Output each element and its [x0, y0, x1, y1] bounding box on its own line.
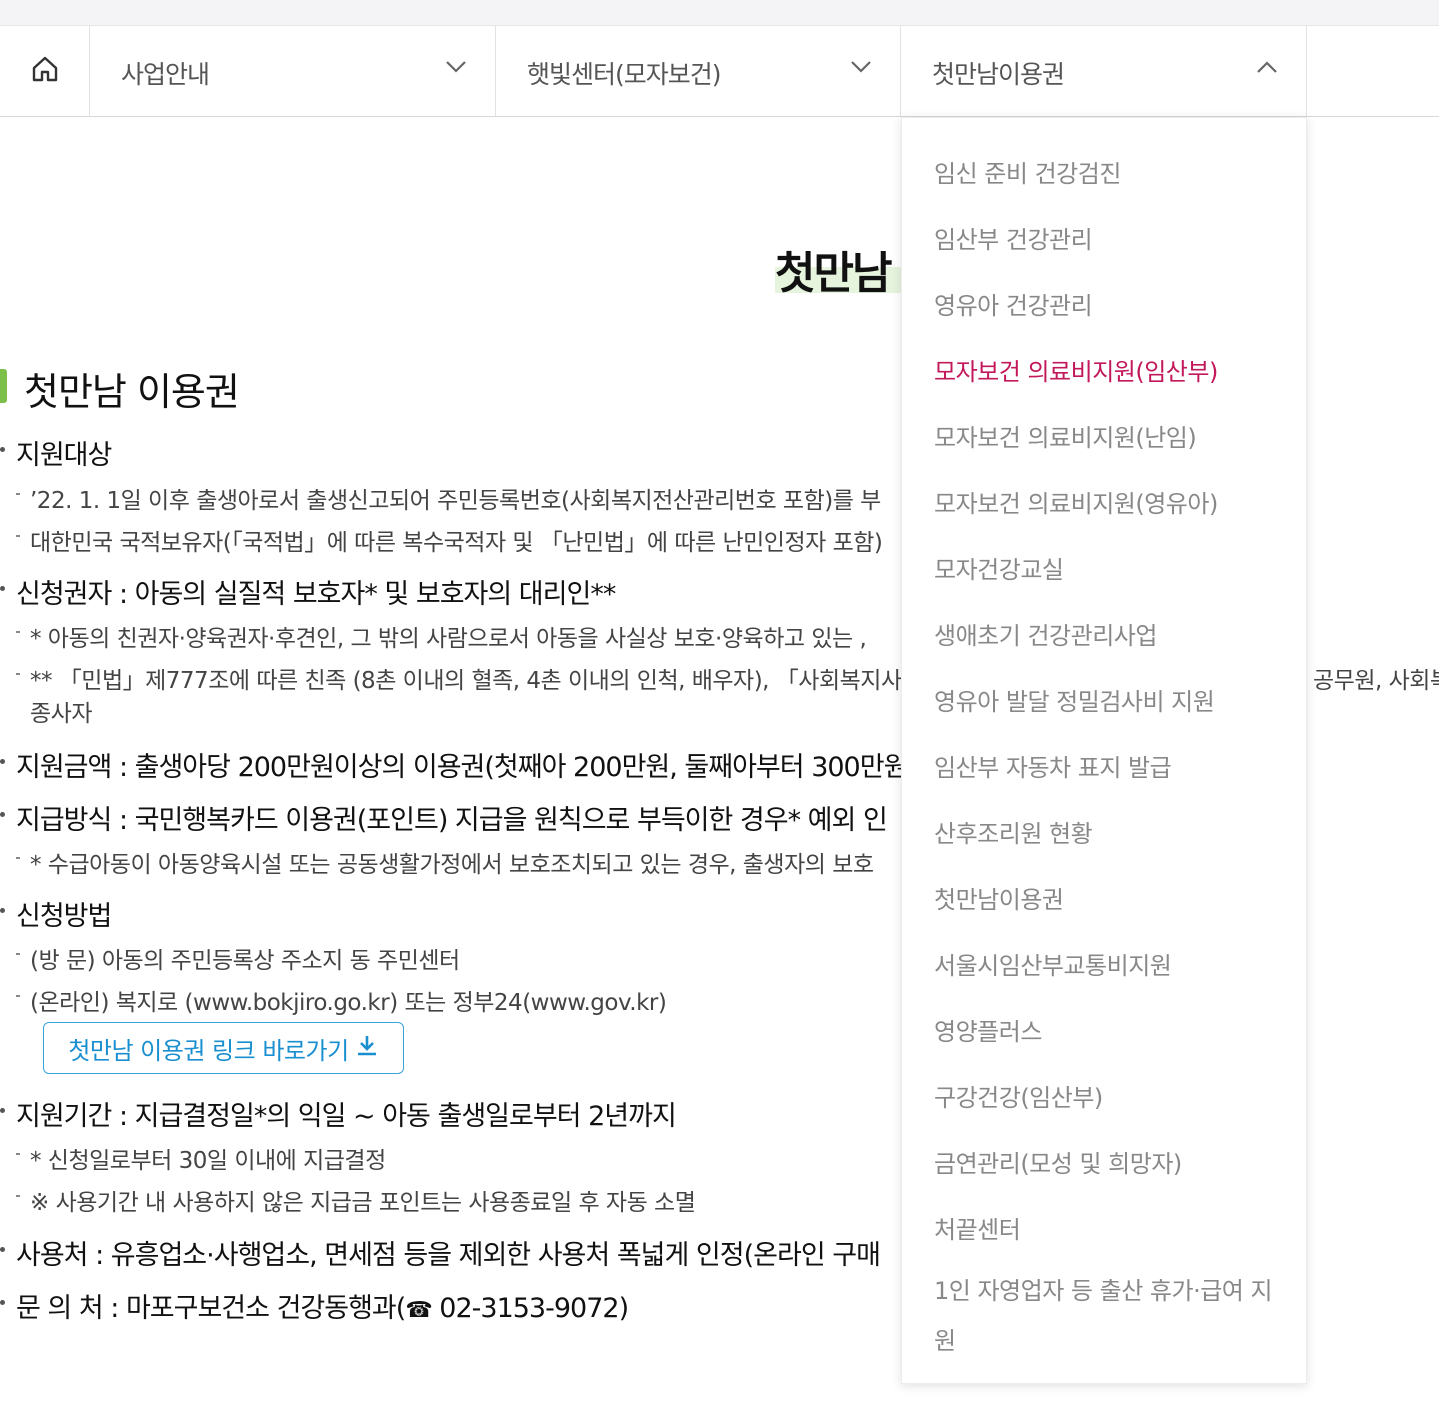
apply-heading: 신청방법 — [0, 894, 112, 933]
usage-heading: 사용처 : 유흥업소·사행업소, 면세점 등을 제외한 사용처 폭넓게 인정(온… — [0, 1233, 881, 1272]
applicant-heading: 신청권자 : 아동의 실질적 보호자* 및 보호자의 대리인** — [0, 572, 616, 611]
dropdown-item-nutrition-plus[interactable]: 영양플러스 — [934, 1012, 1042, 1047]
section-title: 첫만남 이용권 — [24, 370, 240, 414]
apply-item-2: (온라인) 복지로 (www.bokjiro.go.kr) 또는 정부24(ww… — [15, 983, 667, 1017]
dropdown-item-oral-health[interactable]: 구강건강(임산부) — [934, 1078, 1103, 1113]
dropdown-item-seoul-transport-support[interactable]: 서울시임산부교통비지원 — [934, 946, 1172, 981]
voucher-link-button[interactable]: 첫만남 이용권 링크 바로가기 — [43, 1022, 404, 1074]
period-heading: 지원기간 : 지급결정일*의 익일 ~ 아동 출생일로부터 2년까지 — [0, 1094, 677, 1133]
applicant-item-2-cont: 종사자 — [30, 701, 92, 727]
nav-menu-label: 사업안내 — [121, 60, 210, 89]
nav-dropdown-menu: 임신 준비 건강검진 임산부 건강관리 영유아 건강관리 모자보건 의료비지원(… — [901, 117, 1307, 1384]
top-strip — [0, 0, 1439, 26]
main-nav: 사업안내 햇빛센터(모자보건) 첫만남이용권 — [0, 26, 1439, 117]
nav-menu-label: 첫만남이용권 — [932, 60, 1065, 89]
dropdown-item-medical-support-infertility[interactable]: 모자보건 의료비지원(난임) — [934, 418, 1197, 453]
period-item-2: ※ 사용기간 내 사용하지 않은 지급금 포인트는 사용종료일 후 자동 소멸 — [15, 1183, 696, 1217]
page-title: 첫만남 — [775, 248, 892, 299]
dropdown-item-medical-support-maternal[interactable]: 모자보건 의료비지원(임산부) — [934, 352, 1218, 387]
method-item-1: * 수급아동이 아동양육시설 또는 공동생활가정에서 보호조치되고 있는 경우,… — [16, 845, 874, 879]
dropdown-item-postpartum-centers[interactable]: 산후조리원 현황 — [934, 814, 1093, 849]
nav-menu-label: 햇빛센터(모자보건) — [527, 60, 722, 89]
period-item-1: * 신청일로부터 30일 이내에 지급결정 — [16, 1141, 386, 1175]
applicant-item-1: * 아동의 친권자·양육권자·후견인, 그 밖의 사람으로서 아동을 사실상 보… — [15, 619, 867, 653]
dropdown-item-development-test-support[interactable]: 영유아 발달 정밀검사비 지원 — [934, 682, 1215, 717]
chevron-down-icon — [445, 59, 467, 78]
dropdown-item-center[interactable]: 처끝센터 — [934, 1210, 1021, 1245]
applicant-item-2-tail: 공무원, 사회복 — [1313, 668, 1439, 694]
chevron-up-icon — [1256, 59, 1278, 78]
method-heading: 지급방식 : 국민행복카드 이용권(포인트) 지급을 원칙으로 부득이한 경우*… — [0, 798, 888, 837]
phone-icon: ☎ — [405, 1298, 432, 1323]
chevron-down-icon — [850, 59, 872, 78]
section-marker — [0, 369, 7, 403]
dropdown-item-mother-child-class[interactable]: 모자건강교실 — [934, 550, 1064, 585]
contact-label: 문 의 처 : 마포구보건소 건강동행과( — [16, 1293, 406, 1324]
apply-item-1: (방 문) 아동의 주민등록상 주소지 동 주민센터 — [16, 941, 460, 975]
link-button-label: 첫만남 이용권 링크 바로가기 — [68, 1036, 349, 1065]
dropdown-item-early-life-care[interactable]: 생애초기 건강관리사업 — [934, 616, 1157, 651]
home-icon — [30, 54, 60, 88]
dropdown-item-self-employed-maternity[interactable]: 1인 자영업자 등 출산 휴가·급여 지원 — [934, 1266, 1284, 1366]
target-item-1: ’22. 1. 1일 이후 출생아로서 출생신고되어 주민등록번호(사회복지전산… — [16, 481, 881, 515]
contact-number: 02-3153-9072) — [431, 1293, 629, 1324]
amount-heading: 지원금액 : 출생아당 200만원이상의 이용권(첫째아 200만원, 둘째아부… — [0, 745, 908, 784]
home-button[interactable] — [0, 26, 90, 116]
dropdown-item-smoking-cessation[interactable]: 금연관리(모성 및 희망자) — [934, 1144, 1182, 1179]
applicant-item-2: ** 「민법」제777조에 따른 친족 (8촌 이내의 혈족, 4촌 이내의 인… — [15, 661, 923, 695]
download-icon — [355, 1033, 379, 1063]
nav-menu-first-meeting-voucher[interactable]: 첫만남이용권 — [901, 26, 1307, 116]
target-heading: 지원대상 — [0, 433, 112, 472]
dropdown-item-car-sticker[interactable]: 임산부 자동차 표지 발급 — [934, 748, 1172, 783]
dropdown-item-first-meeting-voucher[interactable]: 첫만남이용권 — [934, 880, 1064, 915]
nav-menu-business[interactable]: 사업안내 — [90, 26, 496, 116]
dropdown-item-medical-support-infant[interactable]: 모자보건 의료비지원(영유아) — [934, 484, 1218, 519]
target-item-2: 대한민국 국적보유자(「국적법」에 따른 복수국적자 및 「난민법」에 따른 난… — [15, 523, 883, 557]
nav-menu-sunlight-center[interactable]: 햇빛센터(모자보건) — [496, 26, 901, 116]
dropdown-item-pregnancy-checkup[interactable]: 임신 준비 건강검진 — [934, 154, 1121, 189]
dropdown-item-maternal-health[interactable]: 임산부 건강관리 — [934, 220, 1093, 255]
contact-heading: 문 의 처 : 마포구보건소 건강동행과(☎ 02-3153-9072) — [0, 1286, 629, 1325]
dropdown-item-infant-health[interactable]: 영유아 건강관리 — [934, 286, 1093, 321]
